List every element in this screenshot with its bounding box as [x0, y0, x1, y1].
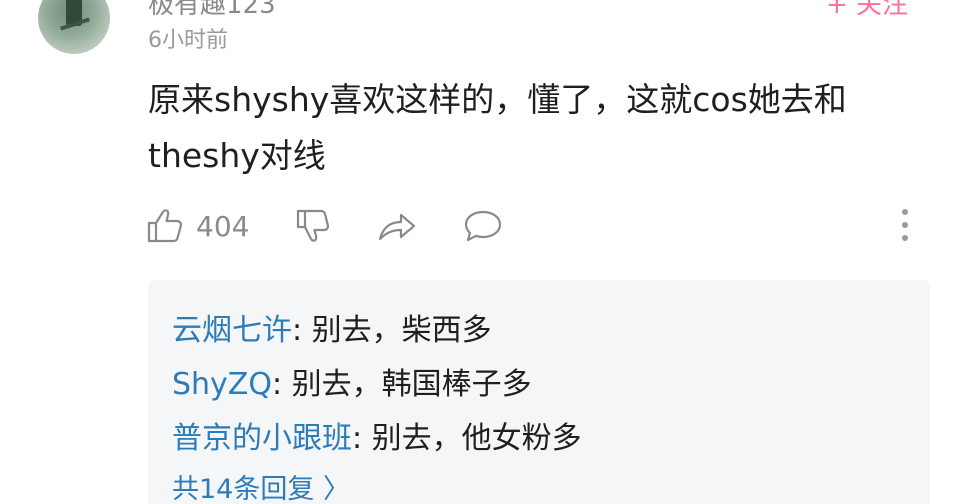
reply-item[interactable]: 普京的小跟班: 别去，他女粉多: [172, 412, 930, 466]
view-all-replies-link[interactable]: 共14条回复 〉: [172, 466, 930, 504]
reply-preview-box: 云烟七许: 别去，柴西多 ShyZQ: 别去，韩国棒子多 普京的小跟班: 别去，…: [148, 280, 930, 504]
chevron-right-icon: 〉: [322, 474, 350, 504]
reply-text: : 别去，柴西多: [292, 313, 492, 348]
comment-time: 6小时前: [148, 28, 228, 53]
follow-button[interactable]: + 关注: [826, 0, 908, 21]
reply-author[interactable]: ShyZQ: [172, 367, 272, 402]
reply-author[interactable]: 云烟七许: [172, 313, 292, 348]
reply-text: : 别去，他女粉多: [352, 421, 582, 456]
avatar[interactable]: [38, 0, 110, 54]
reply-total-label: 共14条回复: [172, 474, 315, 504]
reply-item[interactable]: ShyZQ: 别去，韩国棒子多: [172, 358, 930, 412]
share-icon[interactable]: [377, 208, 417, 244]
more-vertical-icon[interactable]: [898, 208, 912, 242]
comment-actions: 404: [146, 204, 503, 248]
comment-text: 原来shyshy喜欢这样的，懂了，这就cos她去和theshy对线: [148, 80, 847, 175]
reply-author[interactable]: 普京的小跟班: [172, 421, 352, 456]
reply-bubble-icon[interactable]: [463, 208, 503, 244]
reply-item[interactable]: 云烟七许: 别去，柴西多: [172, 304, 930, 358]
like-count: 404: [196, 209, 250, 243]
thumbs-up-icon[interactable]: [146, 207, 184, 245]
comment-card: 极有趣123 + 关注 6小时前 原来shyshy喜欢这样的，懂了，这就cos她…: [0, 0, 960, 504]
reply-text: : 别去，韩国棒子多: [271, 367, 532, 402]
username[interactable]: 极有趣123: [148, 0, 276, 21]
thumbs-down-icon[interactable]: [295, 208, 331, 244]
